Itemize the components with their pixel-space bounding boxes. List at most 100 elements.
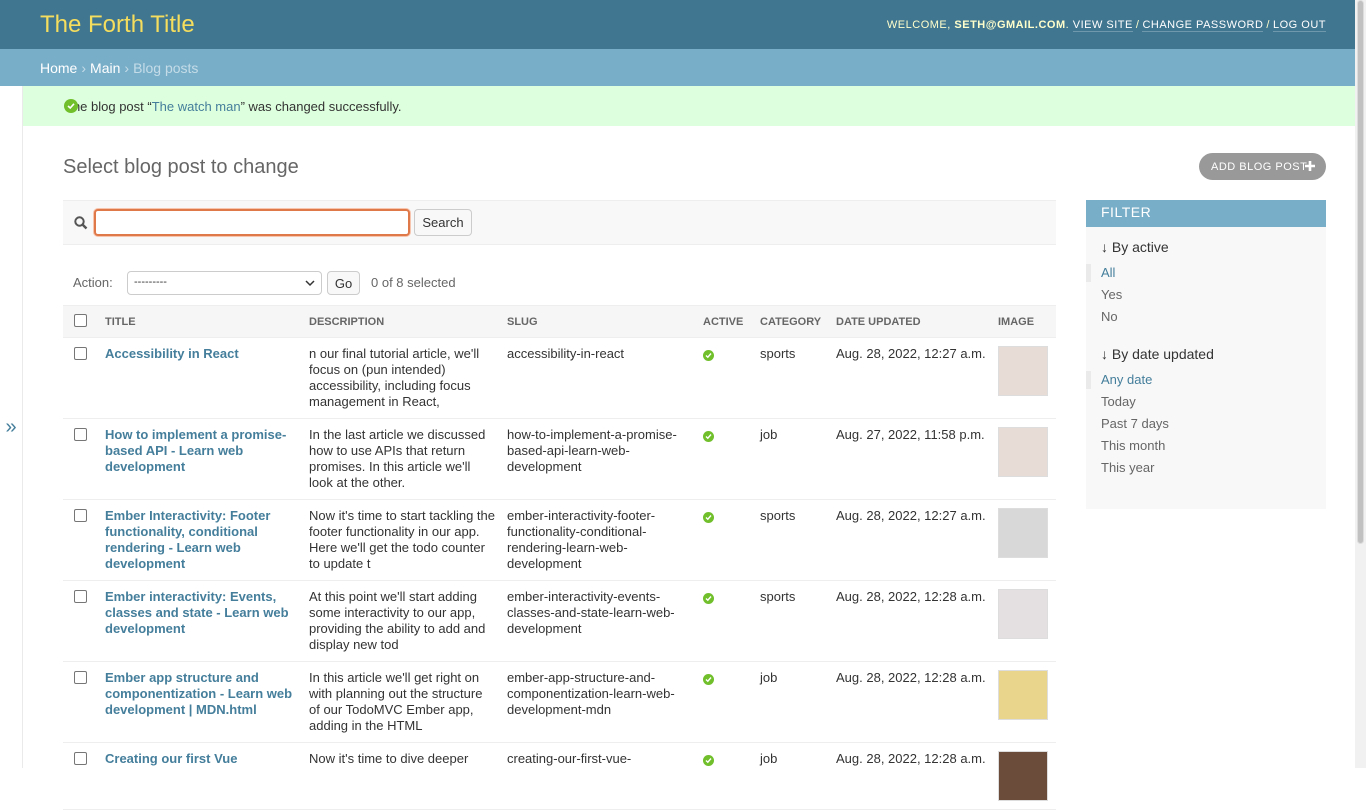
row-title-link[interactable]: Ember interactivity: Events, classes and…: [105, 589, 289, 636]
filter-date-any[interactable]: Any date: [1101, 371, 1326, 393]
filter-active-all[interactable]: All: [1101, 264, 1326, 286]
row-image-cell: [992, 499, 1056, 581]
scrollbar-thumb[interactable]: [1357, 0, 1364, 544]
post-thumbnail-image[interactable]: [998, 751, 1048, 801]
search-icon: [74, 216, 88, 230]
username: SETH@GMAIL.COM: [954, 18, 1066, 31]
chevron-down-icon: [305, 280, 315, 287]
page-scrollbar[interactable]: [1355, 0, 1366, 768]
nav-sidebar-toggle[interactable]: »: [0, 86, 23, 768]
post-thumbnail-image[interactable]: [998, 427, 1048, 477]
row-active-cell: [697, 580, 754, 662]
filter-title: FILTER: [1086, 200, 1326, 227]
breadcrumb-arrow: ›: [124, 59, 130, 76]
row-slug: ember-app-structure-and-componentization…: [501, 661, 697, 743]
row-image-cell: [992, 661, 1056, 743]
row-description: Now it's time to dive deeper: [303, 742, 501, 810]
log-out-link[interactable]: LOG OUT: [1272, 18, 1326, 32]
row-title-link[interactable]: Ember app structure and componentization…: [105, 670, 292, 717]
post-thumbnail-image[interactable]: [998, 589, 1048, 639]
filter-date-past-7-days[interactable]: Past 7 days: [1101, 415, 1326, 437]
table-row[interactable]: Accessibility in React n our final tutori…: [63, 337, 1056, 419]
row-checkbox-cell: [63, 418, 99, 500]
active-yes-icon: [703, 512, 714, 523]
row-checkbox[interactable]: [74, 509, 87, 522]
view-site-link[interactable]: VIEW SITE: [1072, 18, 1133, 32]
breadcrumb-main[interactable]: Main: [90, 60, 120, 76]
results-table: TITLE DESCRIPTION SLUG ACTIVE CATEGORY D…: [63, 305, 1056, 810]
active-yes-icon: [703, 593, 714, 604]
filter-date-this-month[interactable]: This month: [1101, 437, 1326, 459]
column-header-slug[interactable]: SLUG: [501, 305, 697, 338]
message-prefix: The blog post “: [65, 98, 152, 114]
row-checkbox[interactable]: [74, 590, 87, 603]
column-header-title[interactable]: TITLE: [99, 305, 303, 338]
change-password-link[interactable]: CHANGE PASSWORD: [1142, 18, 1264, 32]
column-header-image[interactable]: IMAGE: [992, 305, 1056, 338]
filter-date-today[interactable]: Today: [1101, 393, 1326, 415]
table-row[interactable]: Creating our first Vue Now it's time to d…: [63, 742, 1056, 810]
column-header-category[interactable]: CATEGORY: [754, 305, 830, 338]
filter-date-this-year[interactable]: This year: [1101, 459, 1326, 481]
filter-active-no[interactable]: No: [1101, 308, 1326, 330]
row-category: job: [754, 661, 830, 743]
table-row[interactable]: Ember Interactivity: Footer functionalit…: [63, 499, 1056, 581]
breadcrumb-home[interactable]: Home: [40, 60, 77, 76]
plus-icon: [1305, 161, 1315, 171]
search-input[interactable]: [94, 209, 410, 236]
row-title-link[interactable]: Ember Interactivity: Footer functionalit…: [105, 508, 270, 571]
row-checkbox-cell: [63, 499, 99, 581]
row-slug: how-to-implement-a-promise-based-api-lea…: [501, 418, 697, 500]
add-blog-post-button[interactable]: ADD BLOG POST: [1199, 153, 1326, 180]
column-header-description[interactable]: DESCRIPTION: [303, 305, 501, 338]
separator: /: [1135, 18, 1140, 31]
column-header-active[interactable]: ACTIVE: [697, 305, 754, 338]
select-all-checkbox[interactable]: [74, 314, 87, 327]
row-title-link[interactable]: How to implement a promise-based API - L…: [105, 427, 286, 474]
row-title-link[interactable]: Accessibility in React: [105, 346, 239, 361]
column-header-date-updated[interactable]: DATE UPDATED: [830, 305, 992, 338]
user-tools: WELCOME, SETH@GMAIL.COM. VIEW SITE / CHANG…: [886, 18, 1326, 32]
row-active-cell: [697, 337, 754, 419]
row-description: Now it's time to start tackling the foot…: [303, 499, 501, 581]
action-select[interactable]: ---------: [127, 271, 322, 295]
row-date-updated: Aug. 28, 2022, 12:28 a.m.: [830, 580, 992, 662]
go-button[interactable]: Go: [327, 271, 360, 295]
filter-by-active-heading: ↓ By active: [1101, 239, 1169, 255]
row-image-cell: [992, 742, 1056, 810]
row-slug: creating-our-first-vue-: [501, 742, 697, 810]
site-title[interactable]: The Forth Title: [40, 11, 195, 39]
row-title-cell: Ember interactivity: Events, classes and…: [99, 580, 303, 662]
active-yes-icon: [703, 755, 714, 766]
table-row[interactable]: Ember app structure and componentization…: [63, 661, 1056, 743]
row-checkbox-cell: [63, 337, 99, 419]
row-checkbox[interactable]: [74, 671, 87, 684]
table-header-row: TITLE DESCRIPTION SLUG ACTIVE CATEGORY D…: [63, 305, 1056, 338]
action-selected-value: ---------: [134, 276, 167, 288]
message-link[interactable]: The watch man: [152, 99, 241, 114]
table-row[interactable]: Ember interactivity: Events, classes and…: [63, 580, 1056, 662]
row-active-cell: [697, 418, 754, 500]
action-label: Action:: [73, 275, 113, 290]
post-thumbnail-image[interactable]: [998, 670, 1048, 720]
row-title-cell: Creating our first Vue: [99, 742, 303, 810]
row-active-cell: [697, 742, 754, 810]
row-checkbox-cell: [63, 580, 99, 662]
row-checkbox[interactable]: [74, 347, 87, 360]
post-thumbnail-image[interactable]: [998, 508, 1048, 558]
filter-panel: FILTER ↓ By active All Yes No ↓ By date …: [1086, 200, 1326, 509]
row-checkbox[interactable]: [74, 752, 87, 765]
row-title-link[interactable]: Creating our first Vue: [105, 751, 237, 766]
actions-bar: Action: --------- Go 0 of 8 selected: [63, 268, 1056, 298]
search-button[interactable]: Search: [414, 209, 472, 236]
row-category: sports: [754, 337, 830, 419]
breadcrumb-arrow: ›: [81, 59, 87, 76]
row-checkbox[interactable]: [74, 428, 87, 441]
page-title: Select blog post to change: [63, 156, 299, 178]
table-row[interactable]: How to implement a promise-based API - L…: [63, 418, 1056, 500]
row-category: sports: [754, 580, 830, 662]
filter-active-yes[interactable]: Yes: [1101, 286, 1326, 308]
post-thumbnail-image[interactable]: [998, 346, 1048, 396]
row-description: n our final tutorial article, we'll focu…: [303, 337, 501, 419]
row-category: sports: [754, 499, 830, 581]
